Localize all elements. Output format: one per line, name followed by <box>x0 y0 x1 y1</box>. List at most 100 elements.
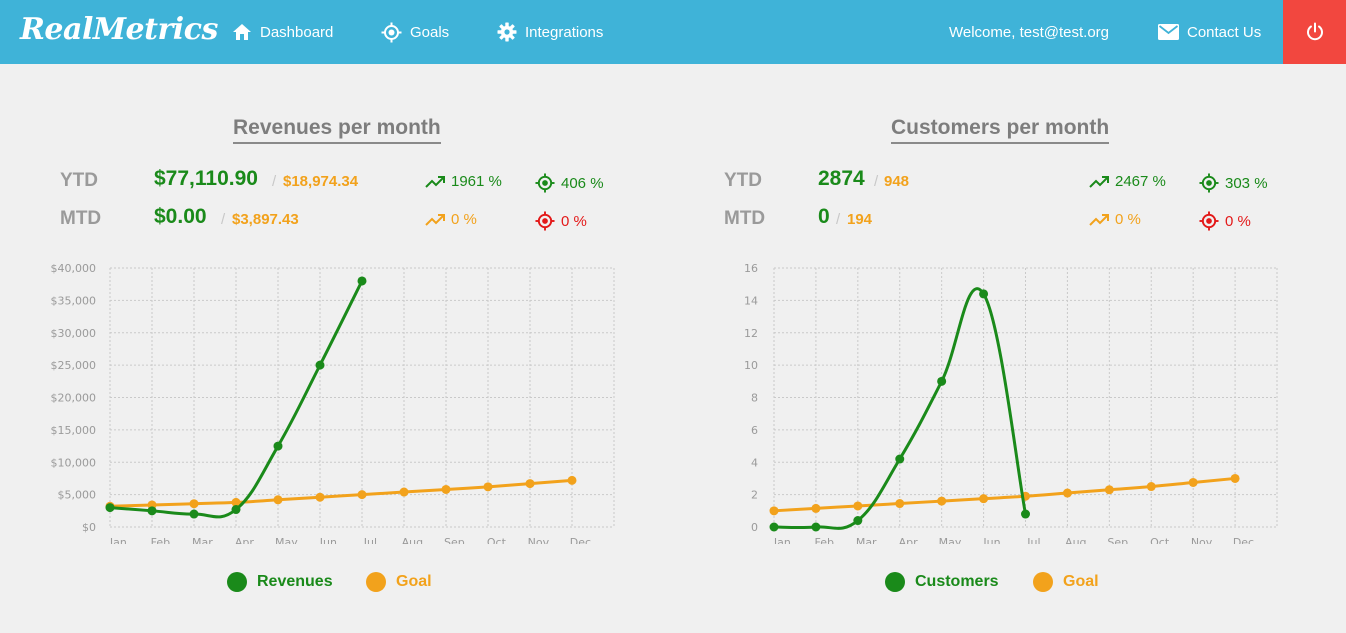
revenues-mtd-label: MTD <box>60 208 102 229</box>
data-point-goal[interactable] <box>769 506 779 516</box>
legend-customers-label: Customers <box>915 573 999 590</box>
revenues-ytd-separator: / <box>272 173 277 190</box>
data-point-goal[interactable] <box>1104 485 1114 495</box>
data-point-goal[interactable] <box>895 499 905 509</box>
revenues-ytd-goal: $18,974.34 <box>283 173 359 190</box>
y-tick-label: $10,000 <box>51 456 97 469</box>
data-point-revenues[interactable] <box>273 441 283 451</box>
y-tick-label: 16 <box>744 264 758 275</box>
x-tick-label: Feb <box>151 536 170 544</box>
data-point-goal[interactable] <box>441 484 451 494</box>
legend-goal-swatch <box>366 572 386 592</box>
top-navigation-bar: RealMetrics Dashboard Goals Integrations… <box>0 0 1346 64</box>
data-point-goal[interactable] <box>189 499 199 509</box>
data-point-goal[interactable] <box>1188 477 1198 487</box>
gear-icon <box>497 22 517 42</box>
y-tick-label: $20,000 <box>51 392 97 405</box>
nav-goals[interactable]: Goals <box>381 0 449 64</box>
nav-integrations-label: Integrations <box>525 23 604 41</box>
data-point-customers[interactable] <box>1021 509 1030 519</box>
logout-button[interactable] <box>1283 0 1346 64</box>
data-point-goal[interactable] <box>1146 482 1156 492</box>
customers-mtd-trend-value: 0 % <box>1115 211 1141 228</box>
data-point-goal[interactable] <box>1062 488 1072 498</box>
revenues-ytd-label: YTD <box>60 170 98 191</box>
y-tick-label: 8 <box>751 392 758 405</box>
y-tick-label: 6 <box>751 424 758 437</box>
customers-mtd-separator: / <box>836 211 841 228</box>
data-point-goal[interactable] <box>399 487 409 497</box>
mail-icon <box>1158 24 1179 40</box>
data-point-goal[interactable] <box>937 496 947 506</box>
x-tick-label: Oct <box>487 536 507 544</box>
customers-mtd-goal: 194 <box>847 211 873 228</box>
customers-panel: Customers per month YTD 2874 / 948 2467 … <box>673 64 1346 633</box>
data-point-revenues[interactable] <box>147 506 157 516</box>
x-tick-label: Dec <box>1233 536 1254 544</box>
y-tick-label: 0 <box>751 521 758 534</box>
y-tick-label: $15,000 <box>51 424 97 437</box>
data-point-revenues[interactable] <box>231 505 241 515</box>
customers-mtd-target: 0 % <box>1199 211 1251 231</box>
revenues-ytd-value: $77,110.90 <box>154 167 258 190</box>
data-point-goal[interactable] <box>315 492 325 502</box>
customers-ytd-value: 2874 <box>818 167 865 190</box>
data-point-customers[interactable] <box>769 522 779 532</box>
x-tick-label: Jan <box>773 536 791 544</box>
data-point-customers[interactable] <box>937 376 947 386</box>
data-point-revenues[interactable] <box>357 276 367 286</box>
y-tick-label: $0 <box>82 521 96 534</box>
nav-goals-label: Goals <box>410 23 450 41</box>
data-point-goal[interactable] <box>979 494 989 504</box>
series-line-goal <box>109 478 573 508</box>
x-tick-label: Mar <box>192 536 213 544</box>
revenues-mtd-trend: 0 % <box>425 211 477 228</box>
revenues-title: Revenues per month <box>233 116 441 144</box>
data-point-revenues[interactable] <box>315 360 325 370</box>
legend-revenues-goal[interactable]: Goal <box>366 572 432 592</box>
revenues-mtd-target-value: 0 % <box>561 212 587 230</box>
data-point-goal[interactable] <box>1230 473 1240 483</box>
revenues-ytd-trend: 1961 % <box>425 173 502 190</box>
data-point-customers[interactable] <box>895 454 905 464</box>
data-point-customers[interactable] <box>811 522 821 532</box>
target-icon <box>1199 211 1219 231</box>
x-tick-label: Jul <box>363 536 377 544</box>
revenues-ytd-target: 406 % <box>535 173 604 193</box>
customers-mtd-label: MTD <box>724 208 766 229</box>
data-point-customers[interactable] <box>853 516 863 526</box>
data-point-goal[interactable] <box>483 482 493 492</box>
trending-up-icon <box>425 213 445 226</box>
customers-title: Customers per month <box>891 116 1110 144</box>
legend-customers-goal[interactable]: Goal <box>1033 572 1099 592</box>
y-tick-label: 10 <box>744 359 758 372</box>
y-tick-label: 2 <box>751 489 758 502</box>
legend-customers[interactable]: Customers <box>885 572 999 592</box>
app-logo[interactable]: RealMetrics <box>20 12 218 47</box>
legend-revenues[interactable]: Revenues <box>227 572 333 592</box>
data-point-revenues[interactable] <box>105 503 115 513</box>
nav-contact-us[interactable]: Contact Us <box>1158 0 1261 64</box>
data-point-goal[interactable] <box>853 501 863 511</box>
y-tick-label: $30,000 <box>51 327 97 340</box>
nav-dashboard[interactable]: Dashboard <box>232 0 333 64</box>
trending-up-icon <box>425 175 445 188</box>
data-point-goal[interactable] <box>357 490 367 500</box>
chart-grid <box>773 267 1278 528</box>
data-point-goal[interactable] <box>273 495 283 505</box>
data-point-revenues[interactable] <box>189 509 199 519</box>
data-point-goal[interactable] <box>811 503 821 513</box>
x-tick-label: Jul <box>1026 536 1040 544</box>
data-point-goal[interactable] <box>567 475 577 485</box>
nav-integrations[interactable]: Integrations <box>497 0 603 64</box>
y-tick-label: $40,000 <box>51 264 97 275</box>
trending-up-icon <box>1089 175 1109 188</box>
revenues-mtd-target: 0 % <box>535 211 587 231</box>
y-tick-label: $35,000 <box>51 294 97 307</box>
y-tick-label: 12 <box>744 327 758 340</box>
revenues-panel: Revenues per month YTD $77,110.90 / $18,… <box>0 64 673 633</box>
x-tick-label: Feb <box>815 536 834 544</box>
data-point-customers[interactable] <box>979 289 989 299</box>
legend-goal-label: Goal <box>396 573 432 590</box>
data-point-goal[interactable] <box>525 479 535 489</box>
